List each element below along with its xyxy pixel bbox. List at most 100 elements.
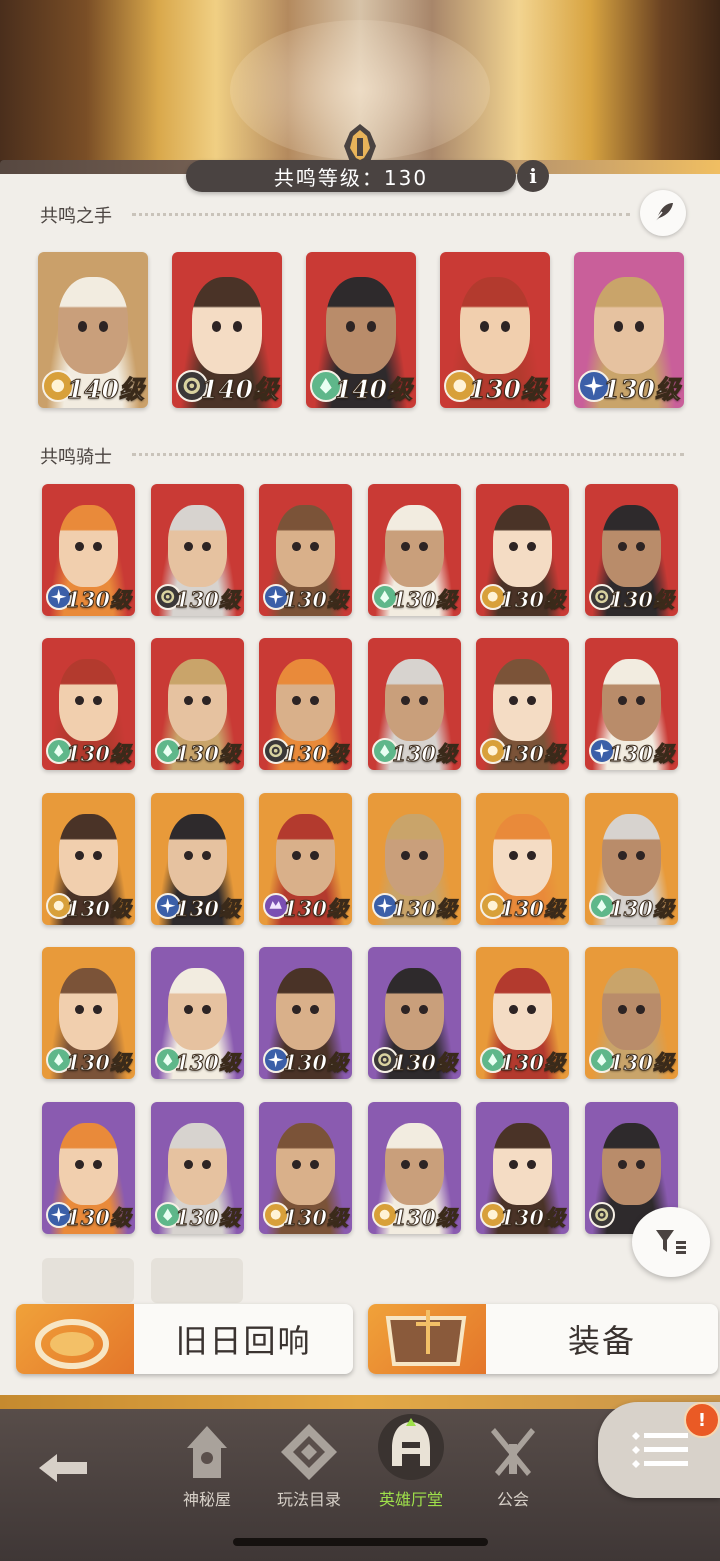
- echoes-art-icon: [16, 1304, 134, 1374]
- knight-card[interactable]: 130级: [151, 638, 244, 770]
- knight-card[interactable]: 130级: [476, 484, 569, 616]
- knight-card[interactable]: 130级: [585, 484, 678, 616]
- nav-mystery-house[interactable]: 神秘屋: [152, 1410, 262, 1510]
- hero-level: 130级: [283, 1205, 349, 1231]
- knight-card[interactable]: 130级: [259, 947, 352, 1079]
- menu-list-icon: [632, 1432, 688, 1468]
- divider: [132, 213, 630, 216]
- house-icon: [187, 1426, 227, 1478]
- hero-level: 130级: [66, 1050, 132, 1076]
- knight-card[interactable]: 130级: [585, 638, 678, 770]
- filter-button[interactable]: [632, 1207, 710, 1277]
- hero-level: 140级: [334, 375, 412, 405]
- old-echoes-label: 旧日回响: [175, 1322, 312, 1360]
- knight-card[interactable]: 130级: [42, 484, 135, 616]
- section-hands-label: 共鸣之手: [40, 206, 112, 227]
- knight-card[interactable]: 130级: [585, 947, 678, 1079]
- hero-level: 130级: [392, 896, 458, 922]
- knight-card[interactable]: 130级: [368, 793, 461, 925]
- hero-level: 130级: [392, 1050, 458, 1076]
- equipment-art-icon: [368, 1304, 486, 1374]
- hero-level: 130级: [392, 1205, 458, 1231]
- knight-card[interactable]: 130级: [476, 1102, 569, 1234]
- nav-label: 玩法目录: [276, 1490, 341, 1509]
- divider: [132, 453, 684, 456]
- equipment-label: 装备: [567, 1322, 636, 1360]
- knight-card[interactable]: 130级: [151, 484, 244, 616]
- hero-level: 130级: [500, 587, 566, 613]
- knight-card[interactable]: 130级: [42, 638, 135, 770]
- hero-level: 130级: [175, 896, 241, 922]
- notification-alert-badge: !: [684, 1402, 720, 1438]
- hero-level: 130级: [175, 1050, 241, 1076]
- hero-level: 130级: [283, 896, 349, 922]
- hero-level: 130级: [500, 896, 566, 922]
- hero-level: 130级: [66, 587, 132, 613]
- hero-level: 130级: [500, 1205, 566, 1231]
- home-indicator[interactable]: [233, 1538, 488, 1546]
- resonance-level: 共鸣等级：130: [186, 160, 516, 192]
- hero-level: 130级: [500, 1050, 566, 1076]
- hero-level: 130级: [609, 587, 675, 613]
- knight-card[interactable]: 130级: [259, 484, 352, 616]
- resonance-hand-card[interactable]: 140级: [38, 252, 148, 408]
- resonance-hand-card[interactable]: 140级: [306, 252, 416, 408]
- knight-card[interactable]: 130级: [476, 793, 569, 925]
- catalog-icon: [281, 1424, 337, 1480]
- back-button[interactable]: [8, 1410, 118, 1510]
- nav-hero-hall[interactable]: 英雄厅堂: [356, 1410, 466, 1510]
- hero-level: 130级: [392, 587, 458, 613]
- nav-label: 神秘屋: [182, 1490, 231, 1509]
- knight-card[interactable]: 130级: [151, 1102, 244, 1234]
- resonance-level-text: 共鸣等级：130: [273, 165, 429, 190]
- knight-card[interactable]: 130级: [368, 1102, 461, 1234]
- knight-card[interactable]: 130级: [259, 793, 352, 925]
- hero-level: 130级: [609, 896, 675, 922]
- nav-guild[interactable]: 公会: [458, 1410, 568, 1510]
- knight-card[interactable]: 130级: [368, 484, 461, 616]
- faction-dark-icon: [589, 1202, 615, 1228]
- hero-level: 130级: [468, 375, 546, 405]
- info-button[interactable]: i: [517, 160, 549, 192]
- hero-card-partial: [42, 1258, 134, 1303]
- alert-icon: !: [697, 1409, 707, 1431]
- resonance-hand-card[interactable]: 140级: [172, 252, 282, 408]
- hero-level: 130级: [283, 587, 349, 613]
- filter-icon: [656, 1230, 686, 1254]
- hero-level: 130级: [66, 1205, 132, 1231]
- knight-card[interactable]: 130级: [585, 793, 678, 925]
- knight-card[interactable]: 130级: [42, 947, 135, 1079]
- knight-card[interactable]: 130级: [42, 1102, 135, 1234]
- hero-card-partial: [151, 1258, 243, 1303]
- equipment-button[interactable]: 装备: [368, 1304, 718, 1374]
- back-arrow-icon: [39, 1454, 87, 1482]
- resonance-hand-card[interactable]: 130级: [574, 252, 684, 408]
- knight-card[interactable]: 130级: [476, 638, 569, 770]
- nav-label: 英雄厅堂: [378, 1490, 443, 1509]
- old-echoes-button[interactable]: 旧日回响: [16, 1304, 353, 1374]
- knight-card[interactable]: 130级: [259, 1102, 352, 1234]
- knight-card[interactable]: 130级: [476, 947, 569, 1079]
- hero-level: 130级: [66, 896, 132, 922]
- resonance-hand-card[interactable]: 130级: [440, 252, 550, 408]
- edit-quill-button[interactable]: [640, 190, 686, 236]
- knight-card[interactable]: 130级: [259, 638, 352, 770]
- info-icon: i: [529, 164, 537, 188]
- hero-level: 130级: [283, 741, 349, 767]
- knight-card[interactable]: 130级: [151, 793, 244, 925]
- helmet-icon: [378, 1414, 444, 1480]
- nav-play-catalog[interactable]: 玩法目录: [254, 1410, 364, 1510]
- quill-icon: [653, 203, 673, 223]
- hero-level: 130级: [609, 1050, 675, 1076]
- swords-icon: [491, 1428, 535, 1476]
- knight-card[interactable]: 130级: [42, 793, 135, 925]
- hero-level: 130级: [175, 741, 241, 767]
- hero-level: 130级: [602, 375, 680, 405]
- section-title-knights: 共鸣骑士: [40, 443, 112, 469]
- knight-card[interactable]: 130级: [151, 947, 244, 1079]
- knight-card[interactable]: 130级: [368, 638, 461, 770]
- knight-card[interactable]: 130级: [368, 947, 461, 1079]
- hero-level: 140级: [66, 375, 144, 405]
- hero-level: 130级: [66, 741, 132, 767]
- hero-level: 130级: [283, 1050, 349, 1076]
